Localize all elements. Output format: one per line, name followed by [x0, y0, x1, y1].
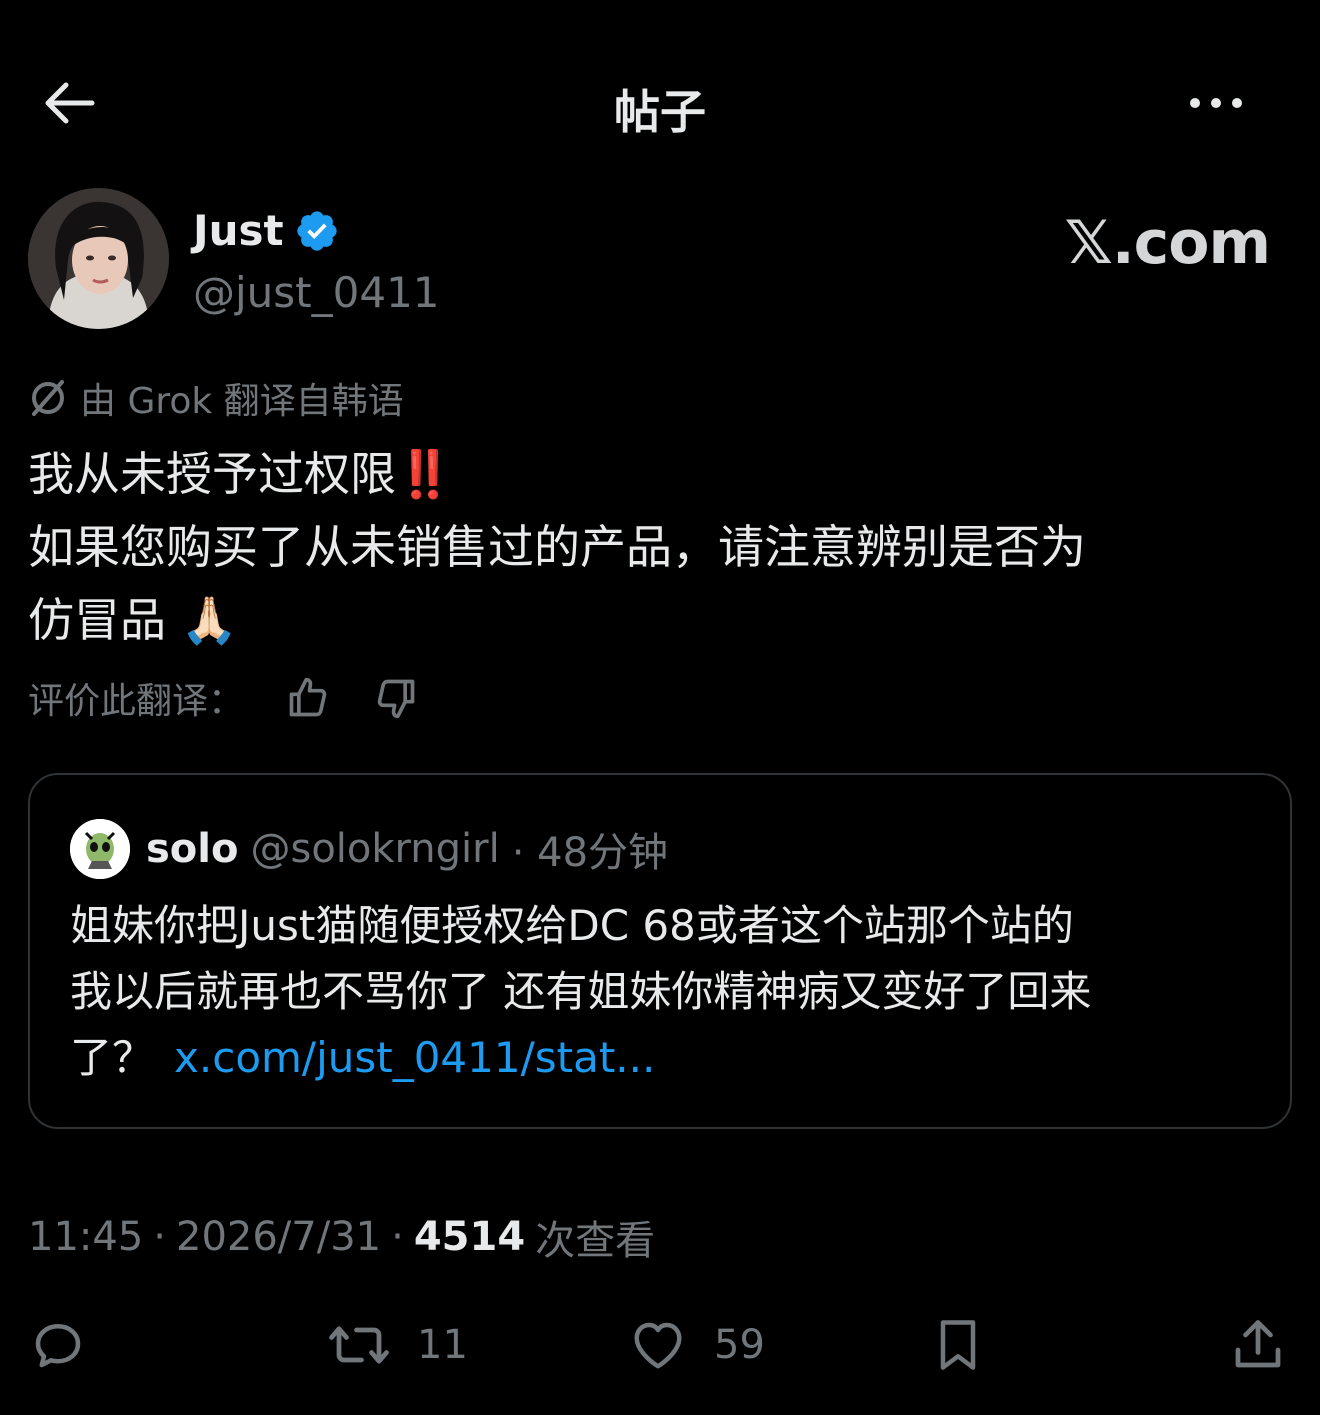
reply-icon — [35, 1324, 81, 1368]
tweet-meta: 11:45 · 2026/7/31 · 4514 次查看 — [28, 1208, 655, 1266]
tweet-line: 我从未授予过权限‼️ — [28, 447, 454, 501]
author-name: Just — [193, 206, 284, 255]
alien-avatar-icon — [70, 819, 130, 879]
tweet-line: 仿冒品 🙏🏻 — [28, 593, 238, 647]
avatar-portrait — [28, 188, 169, 329]
thumbs-up-button[interactable] — [284, 674, 332, 722]
quoted-tweet[interactable]: solo @solokrngirl · 48分钟 姐妹你把Just猫随便授权给D… — [28, 773, 1292, 1129]
more-dots-icon — [1190, 98, 1200, 108]
repost-icon — [329, 1326, 389, 1364]
views-label: 次查看 — [535, 1218, 656, 1264]
translation-note-text: 由 Grok 翻译自韩语 — [80, 381, 404, 422]
top-bar: 帖子 — [0, 58, 1320, 148]
quoted-line: 我以后就再也不骂你了 还有姐妹你精神病又变好了回来 — [70, 967, 1092, 1016]
quoted-line-text: 了？ — [70, 1033, 155, 1082]
thumbs-down-icon — [377, 679, 415, 719]
more-options-button[interactable] — [1190, 93, 1250, 113]
more-dot — [1211, 98, 1221, 108]
tweet-time: 11:45 — [28, 1214, 144, 1260]
watermark-logo: 𝕏.com — [1064, 208, 1271, 278]
meta-separator: · — [153, 1214, 166, 1260]
more-dot — [1232, 98, 1242, 108]
bookmark-icon — [940, 1320, 976, 1370]
thumbs-up-icon — [289, 677, 327, 717]
quoted-tweet-header: solo @solokrngirl · 48分钟 — [70, 819, 668, 879]
page-title: 帖子 — [614, 85, 706, 139]
verified-badge-icon — [296, 210, 337, 251]
rate-translation-label: 评价此翻译： — [28, 681, 245, 722]
share-icon — [1235, 1320, 1281, 1368]
quoted-line: 了？ x.com/just_0411/stat... — [70, 1025, 1260, 1091]
bookmark-button[interactable] — [928, 1305, 988, 1385]
share-button[interactable] — [1228, 1305, 1288, 1385]
quoted-avatar[interactable] — [70, 819, 130, 879]
tweet-line: 如果您购买了从未销售过的产品，请注意辨别是否为 — [28, 520, 1086, 574]
reply-button[interactable] — [28, 1305, 88, 1385]
quoted-tweet-text: 姐妹你把Just猫随便授权给DC 68或者这个站那个站的 我以后就再也不骂你了 … — [70, 893, 1260, 1091]
tweet-date: 2026/7/31 — [176, 1214, 382, 1260]
tweet-author: Just @just_0411 𝕏.com — [28, 188, 1292, 333]
author-handle[interactable]: @just_0411 — [193, 268, 440, 317]
quoted-link[interactable]: x.com/just_0411/stat... — [174, 1033, 655, 1082]
meta-separator: · — [391, 1214, 404, 1260]
action-bar: 11 59 — [0, 1305, 1320, 1385]
author-name-row[interactable]: Just — [193, 206, 340, 255]
like-count: 59 — [714, 1322, 765, 1368]
repost-count: 11 — [417, 1322, 468, 1368]
repost-button[interactable]: 11 — [325, 1305, 468, 1385]
translate-icon — [32, 380, 64, 416]
quoted-timestamp: · 48分钟 — [511, 830, 669, 876]
views-count[interactable]: 4514 — [414, 1214, 525, 1260]
heart-icon — [634, 1322, 682, 1369]
quoted-author-handle[interactable]: @solokrngirl — [250, 826, 499, 872]
translation-note: 由 Grok 翻译自韩语 — [28, 372, 404, 424]
avatar[interactable] — [28, 188, 169, 329]
tweet-text: 我从未授予过权限‼️ 如果您购买了从未销售过的产品，请注意辨别是否为 仿冒品 🙏… — [28, 438, 1292, 657]
quoted-line: 姐妹你把Just猫随便授权给DC 68或者这个站那个站的 — [70, 901, 1074, 950]
quoted-author-name[interactable]: solo — [146, 826, 238, 872]
rate-translation: 评价此翻译： — [28, 672, 420, 724]
like-button[interactable]: 59 — [626, 1305, 765, 1385]
thumbs-down-button[interactable] — [372, 674, 420, 722]
